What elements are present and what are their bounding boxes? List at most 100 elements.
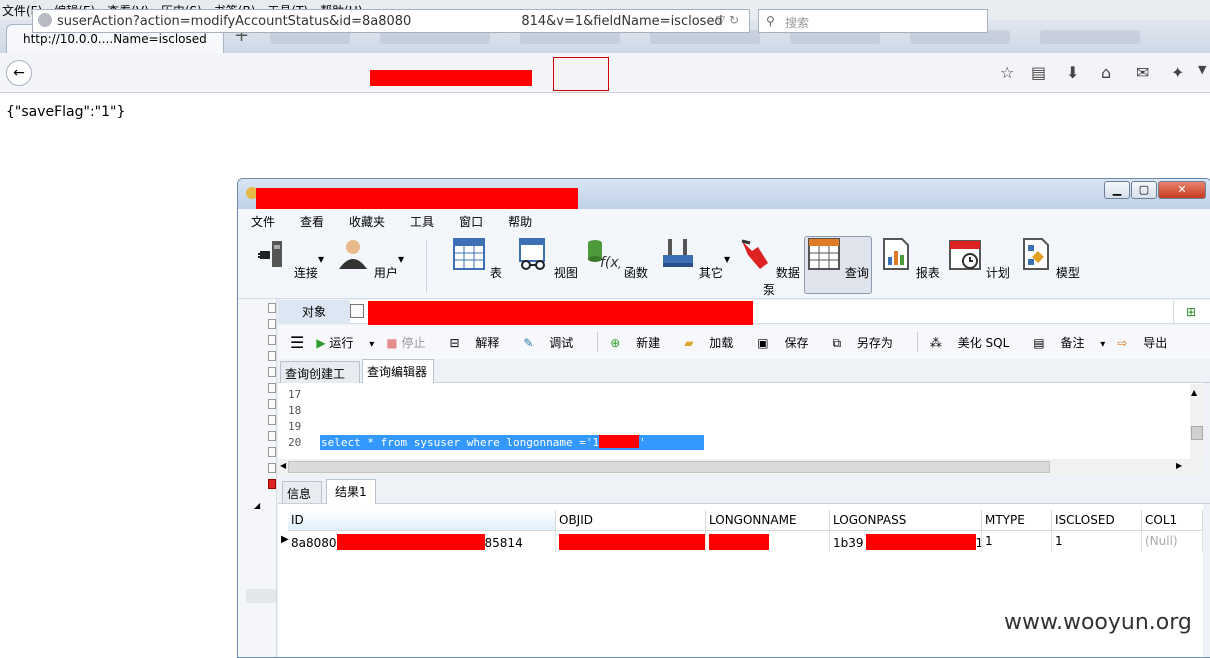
cell-col1[interactable]: (Null) bbox=[1142, 531, 1203, 552]
addon-icon[interactable]: ✦ bbox=[1171, 63, 1184, 82]
chevron-down-icon[interactable]: ▼ bbox=[724, 255, 730, 264]
column-header-objid[interactable]: OBJID bbox=[556, 510, 706, 531]
toolbar-model[interactable]: 模型 bbox=[1018, 237, 1080, 281]
tree-node-icon[interactable] bbox=[268, 319, 276, 329]
toolbar-view[interactable]: 视图 bbox=[516, 237, 578, 281]
report-icon bbox=[883, 238, 910, 270]
cell-id[interactable]: 8a8080 85814 bbox=[288, 531, 556, 552]
minimize-icon[interactable]: ▁ bbox=[1104, 181, 1130, 199]
back-arrow-icon[interactable]: ← bbox=[6, 60, 32, 86]
menu-window[interactable]: 窗口 bbox=[459, 213, 483, 230]
toolbar-table[interactable]: 表 bbox=[446, 237, 508, 281]
bookmark-star-icon[interactable]: ☆ bbox=[1000, 63, 1014, 82]
save-button[interactable]: ▣ 保存 bbox=[757, 334, 820, 351]
site-info-icon[interactable] bbox=[38, 13, 52, 27]
editor-vertical-scrollbar[interactable]: ▲ bbox=[1190, 384, 1204, 459]
column-header-longonname[interactable]: LONGONNAME bbox=[706, 510, 830, 531]
overflow-menu-icon[interactable]: ▼ bbox=[1198, 63, 1206, 76]
tab-info[interactable]: 信息 bbox=[282, 481, 322, 503]
chevron-down-icon[interactable]: ▼ bbox=[318, 255, 324, 264]
toolbar-datapump[interactable]: 数据泵 bbox=[738, 237, 800, 298]
tree-scroll[interactable] bbox=[246, 589, 276, 603]
beautify-sql-button[interactable]: ⁂ 美化 SQL bbox=[930, 334, 1021, 351]
toolbar-schedule[interactable]: 计划 bbox=[948, 237, 1010, 281]
sql-editor[interactable]: 17 18 19 20 select * from sysuser where … bbox=[278, 383, 1203, 459]
run-button[interactable]: ▶ 运行 ▾ bbox=[316, 334, 374, 351]
tab-query-editor[interactable]: 查询编辑器 bbox=[362, 359, 434, 384]
line-number: 18 bbox=[288, 404, 302, 417]
column-header-logonpass[interactable]: LOGONPASS bbox=[830, 510, 982, 531]
hamburger-icon[interactable]: ☰ bbox=[290, 333, 304, 352]
view-icon bbox=[519, 238, 546, 270]
reading-list-icon[interactable]: ▤ bbox=[1031, 63, 1046, 82]
chat-icon[interactable]: ✉ bbox=[1136, 63, 1149, 82]
scroll-thumb[interactable] bbox=[288, 461, 1050, 473]
tree-node-icon[interactable] bbox=[268, 447, 276, 457]
cell-longonname[interactable] bbox=[706, 531, 830, 552]
tree-node-icon[interactable] bbox=[268, 399, 276, 409]
tab-result-1[interactable]: 结果1 bbox=[326, 479, 376, 505]
save-as-button[interactable]: ⧉ 另存为 bbox=[832, 334, 904, 351]
cell-mtype[interactable]: 1 bbox=[982, 531, 1052, 552]
column-header-id[interactable]: ID bbox=[288, 510, 556, 531]
toolbar-query[interactable]: 查询 bbox=[804, 236, 872, 294]
sql-line-selected[interactable]: select * from sysuser where longonname =… bbox=[320, 435, 704, 450]
button-label: 保存 bbox=[784, 335, 809, 350]
export-button[interactable]: ⇨ 导出 bbox=[1117, 334, 1179, 351]
column-header-mtype[interactable]: MTYPE bbox=[982, 510, 1052, 531]
column-header-col1[interactable]: COL1 bbox=[1142, 510, 1203, 531]
menu-help[interactable]: 帮助 bbox=[508, 213, 532, 230]
tree-node-icon[interactable] bbox=[268, 367, 276, 377]
tab-objects[interactable]: 对象 bbox=[278, 300, 350, 324]
cell-isclosed[interactable]: 1 bbox=[1052, 531, 1142, 552]
explain-button[interactable]: ⊟ 解释 bbox=[449, 334, 511, 351]
scroll-up-icon[interactable]: ▲ bbox=[1191, 388, 1197, 397]
maximize-icon[interactable]: ▢ bbox=[1131, 181, 1157, 199]
close-icon[interactable]: ✕ bbox=[1158, 181, 1206, 199]
tree-node-icon[interactable] bbox=[268, 351, 276, 361]
object-tabbar: ⊞ bbox=[278, 300, 1210, 327]
toolbar-other[interactable]: 其它 bbox=[661, 237, 723, 281]
tree-node-icon[interactable] bbox=[268, 335, 276, 345]
button-label: 停止 bbox=[401, 335, 426, 350]
new-connection-icon[interactable]: ⊞ bbox=[1173, 300, 1208, 324]
load-button[interactable]: ▰ 加载 bbox=[684, 334, 745, 351]
tab-query-builder[interactable]: 查询创建工具 bbox=[280, 361, 360, 398]
cell-objid[interactable] bbox=[556, 531, 706, 552]
editor-horizontal-scrollbar[interactable]: ◀ ▶ bbox=[278, 459, 1203, 475]
url-controls-icon[interactable]: ▽ ↻ bbox=[716, 13, 739, 27]
tree-node-icon[interactable] bbox=[268, 463, 276, 473]
menu-file[interactable]: 文件 bbox=[251, 213, 275, 230]
tree-node-icon[interactable] bbox=[268, 431, 276, 441]
new-button[interactable]: ⊕ 新建 bbox=[610, 334, 672, 351]
scroll-thumb[interactable] bbox=[1191, 426, 1203, 440]
search-input[interactable]: 搜索 bbox=[758, 9, 988, 33]
column-header-isclosed[interactable]: ISCLOSED bbox=[1052, 510, 1142, 531]
url-input[interactable]: suserAction?action=modifyAccountStatus&i… bbox=[32, 9, 750, 33]
menu-tools[interactable]: 工具 bbox=[410, 213, 434, 230]
download-icon[interactable]: ⬇ bbox=[1066, 63, 1079, 82]
cell-text: 1b39 bbox=[833, 536, 864, 550]
background-tab[interactable] bbox=[1040, 30, 1140, 44]
memo-button[interactable]: ▤ 备注 ▾ bbox=[1033, 334, 1105, 351]
menu-favorites[interactable]: 收藏夹 bbox=[349, 213, 385, 230]
stop-button[interactable]: ■ 停止 bbox=[386, 334, 437, 351]
navicat-window: ▁ ▢ ✕ 文件 查看 收藏夹 工具 窗口 帮助 连接 ▼ 用户 ▼ 表 视图 bbox=[237, 178, 1210, 658]
home-icon[interactable]: ⌂ bbox=[1101, 63, 1111, 82]
chevron-down-icon[interactable]: ▼ bbox=[398, 255, 404, 264]
tree-node-icon[interactable] bbox=[268, 383, 276, 393]
toolbar-user[interactable]: 用户 bbox=[336, 237, 398, 281]
menu-view[interactable]: 查看 bbox=[300, 213, 324, 230]
toolbar-report[interactable]: 报表 bbox=[878, 237, 940, 281]
tree-node-icon[interactable] bbox=[268, 415, 276, 425]
toolbar-connect[interactable]: 连接 bbox=[256, 237, 318, 281]
cell-logonpass[interactable]: 1b391: bbox=[830, 531, 982, 552]
scroll-right-icon[interactable]: ▶ bbox=[1176, 461, 1182, 470]
toolbar-function[interactable]: f(x) 函数 bbox=[586, 237, 648, 281]
toolbar-label: 报表 bbox=[915, 266, 940, 280]
debug-button[interactable]: ✎ 调试 bbox=[523, 334, 585, 351]
scroll-left-icon[interactable]: ◀ bbox=[280, 461, 286, 470]
tree-node-icon[interactable] bbox=[268, 479, 276, 489]
collapse-arrow-icon[interactable]: ◢ bbox=[254, 501, 260, 510]
tree-node-icon[interactable] bbox=[268, 303, 276, 313]
